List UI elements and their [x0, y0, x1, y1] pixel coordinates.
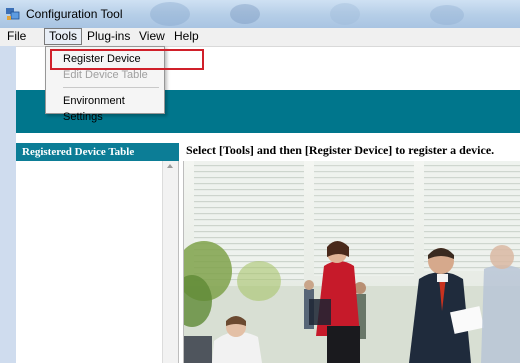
menu-separator	[63, 87, 159, 88]
menu-view[interactable]: View	[135, 29, 169, 44]
title-bar-decoration	[330, 3, 360, 25]
menu-plugins[interactable]: Plug-ins	[83, 29, 134, 44]
menu-bar: File Tools Plug-ins View Help	[0, 28, 520, 47]
app-icon	[6, 8, 20, 20]
title-bar-decoration	[230, 4, 260, 24]
menu-file[interactable]: File	[3, 29, 30, 44]
title-bar: Configuration Tool	[0, 0, 520, 28]
menu-help[interactable]: Help	[170, 29, 203, 44]
device-table-panel	[16, 161, 179, 363]
window-frame	[0, 46, 16, 363]
window-title: Configuration Tool	[26, 7, 123, 21]
office-photo	[183, 161, 520, 363]
scroll-up-icon[interactable]	[167, 164, 173, 168]
instruction-text: Select [Tools] and then [Register Device…	[186, 143, 495, 157]
menu-tools[interactable]: Tools	[44, 28, 83, 45]
title-bar-decoration	[150, 2, 190, 26]
sidebar-scrollbar[interactable]	[162, 161, 178, 363]
menu-item-environment-settings[interactable]: Environment Settings	[46, 93, 164, 123]
sidebar-header: Registered Device Table	[16, 143, 179, 161]
highlight-box	[50, 49, 204, 70]
office-scene-image	[184, 161, 520, 363]
title-bar-decoration	[430, 5, 464, 25]
